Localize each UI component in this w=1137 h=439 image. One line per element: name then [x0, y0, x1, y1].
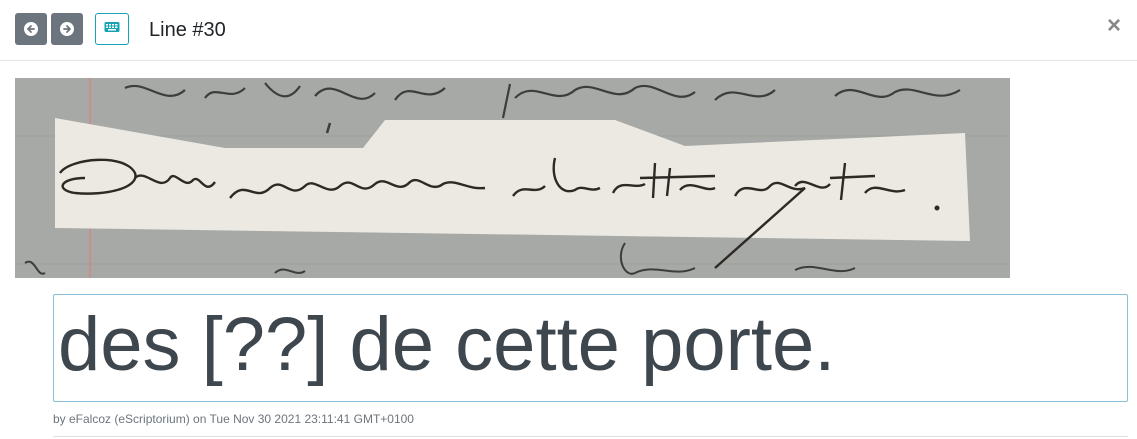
transcription-input[interactable]: des [??] de cette porte. — [53, 294, 1128, 402]
arrow-right-circle-icon — [60, 22, 74, 36]
line-transcription-modal: Line #30 × des [??] de cette porte. by e… — [0, 0, 1137, 439]
modal-title: Line #30 — [149, 19, 226, 41]
modal-header: Line #30 × — [0, 0, 1137, 61]
close-icon: × — [1106, 12, 1121, 39]
virtual-keyboard-button[interactable] — [95, 13, 129, 45]
keyboard-icon — [104, 20, 120, 38]
arrow-left-circle-icon — [24, 22, 38, 36]
close-button[interactable]: × — [1107, 12, 1121, 40]
version-info: by eFalcoz (eScriptorium) on Tue Nov 30 … — [53, 412, 414, 426]
line-image — [15, 78, 1010, 278]
previous-line-button[interactable] — [15, 13, 47, 45]
next-line-button[interactable] — [51, 13, 83, 45]
divider — [53, 436, 1128, 437]
